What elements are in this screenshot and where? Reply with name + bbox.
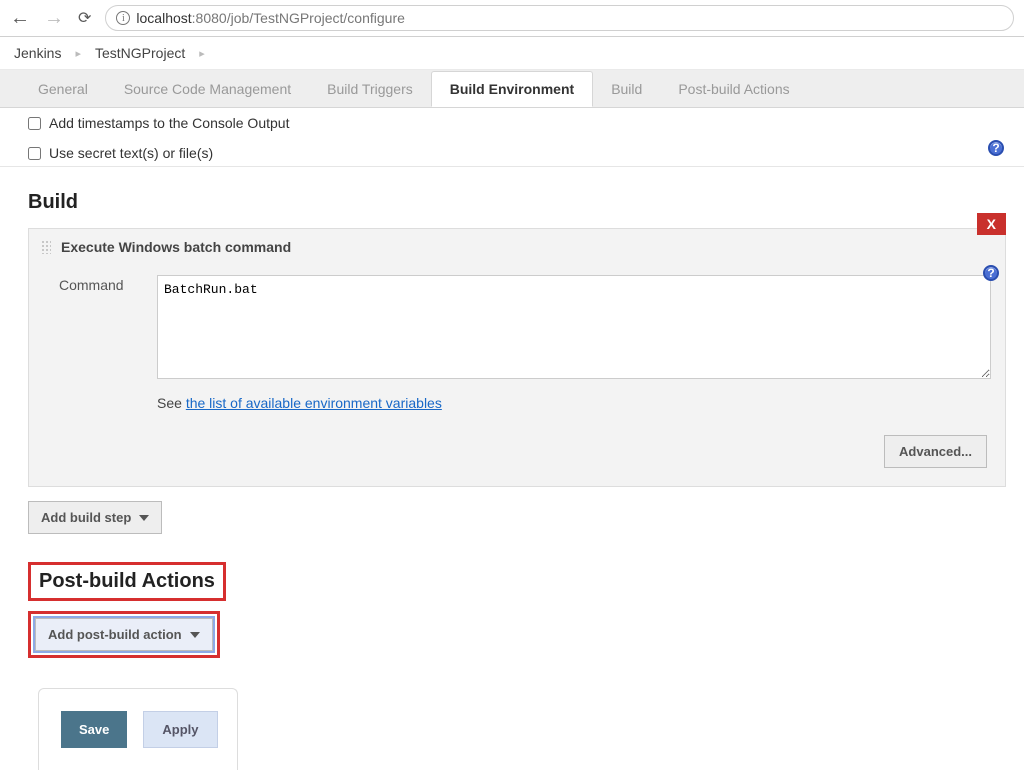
- highlight-box: Add post-build action: [28, 611, 220, 658]
- option-label: Use secret text(s) or file(s): [49, 145, 213, 161]
- checkbox-secret[interactable]: [28, 147, 41, 160]
- command-textarea[interactable]: [157, 275, 991, 379]
- chevron-right-icon: ▸: [75, 47, 81, 60]
- breadcrumb: Jenkins ▸ TestNGProject ▸: [0, 37, 1024, 70]
- tab-postbuild[interactable]: Post-build Actions: [660, 72, 807, 106]
- url-bar[interactable]: i localhost:8080/job/TestNGProject/confi…: [105, 5, 1014, 31]
- checkbox-timestamps[interactable]: [28, 117, 41, 130]
- build-heading: Build: [28, 191, 1006, 214]
- env-vars-note: See the list of available environment va…: [29, 389, 1005, 423]
- caret-down-icon: [139, 515, 149, 521]
- advanced-button[interactable]: Advanced...: [884, 435, 987, 468]
- tab-build-triggers[interactable]: Build Triggers: [309, 72, 431, 106]
- footer-actions: Save Apply: [38, 688, 238, 770]
- chevron-right-icon: ▸: [199, 47, 205, 60]
- drag-handle-icon[interactable]: [41, 240, 51, 254]
- option-timestamps[interactable]: Add timestamps to the Console Output: [28, 108, 1006, 138]
- browser-bar: ← → ⟳ i localhost:8080/job/TestNGProject…: [0, 0, 1024, 37]
- tab-build[interactable]: Build: [593, 72, 660, 106]
- reload-icon[interactable]: ⟳: [78, 8, 91, 28]
- divider: [0, 166, 1024, 167]
- tab-general[interactable]: General: [20, 72, 106, 106]
- url-rest: :8080/job/TestNGProject/configure: [192, 10, 405, 26]
- tab-build-environment[interactable]: Build Environment: [431, 71, 593, 107]
- build-step-exec-batch: Execute Windows batch command X ? Comman…: [28, 228, 1006, 487]
- content: Add timestamps to the Console Output Use…: [0, 108, 1024, 770]
- build-step-title: Execute Windows batch command: [61, 239, 291, 255]
- button-label: Add build step: [41, 510, 131, 525]
- back-icon[interactable]: ←: [10, 7, 30, 30]
- option-label: Add timestamps to the Console Output: [49, 115, 289, 131]
- postbuild-heading: Post-build Actions: [33, 567, 221, 596]
- button-label: Add post-build action: [48, 627, 182, 642]
- delete-step-button[interactable]: X: [977, 213, 1006, 235]
- add-build-step-button[interactable]: Add build step: [28, 501, 162, 534]
- caret-down-icon: [190, 632, 200, 638]
- info-icon[interactable]: i: [116, 11, 130, 25]
- apply-button[interactable]: Apply: [143, 711, 217, 748]
- config-tabs: General Source Code Management Build Tri…: [0, 70, 1024, 108]
- save-button[interactable]: Save: [61, 711, 127, 748]
- help-icon[interactable]: ?: [988, 140, 1004, 156]
- breadcrumb-item[interactable]: TestNGProject: [95, 45, 185, 61]
- url-host: localhost: [136, 10, 191, 26]
- tab-scm[interactable]: Source Code Management: [106, 72, 309, 106]
- command-label: Command: [59, 275, 139, 293]
- env-vars-link[interactable]: the list of available environment variab…: [186, 395, 442, 411]
- forward-icon[interactable]: →: [44, 7, 64, 30]
- help-icon[interactable]: ?: [983, 265, 999, 281]
- add-postbuild-action-button[interactable]: Add post-build action: [35, 618, 213, 651]
- breadcrumb-item[interactable]: Jenkins: [14, 45, 61, 61]
- highlight-box: Post-build Actions: [28, 562, 226, 601]
